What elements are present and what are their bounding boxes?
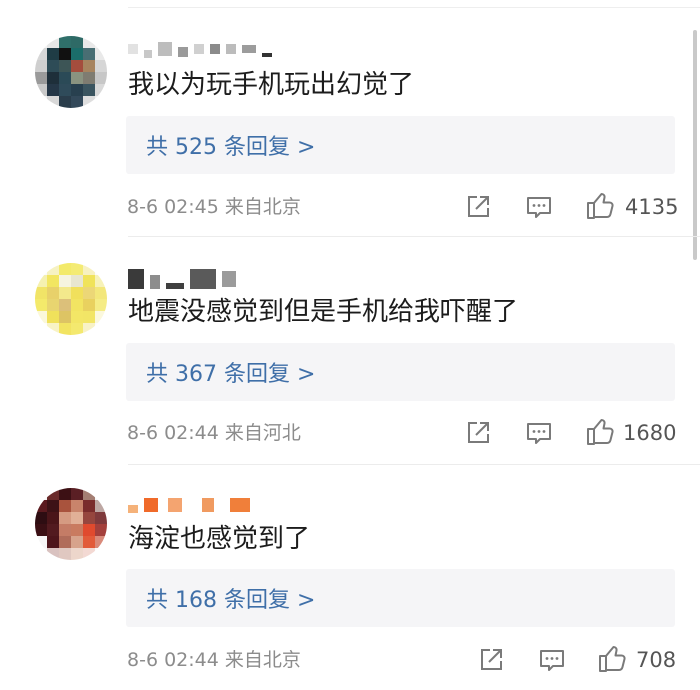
like-icon[interactable] (585, 191, 615, 221)
reply-summary-label: 共 367 条回复 > (146, 362, 316, 387)
comment-icon[interactable] (525, 193, 553, 221)
comment-text: 海淀也感觉到了 (128, 524, 311, 554)
comment-text: 地震没感觉到但是手机给我吓醒了 (128, 297, 519, 327)
avatar[interactable] (35, 263, 107, 335)
username-pixelated[interactable] (128, 493, 250, 517)
divider (128, 7, 700, 8)
comment-meta: 8-6 02:45 来自北京 (127, 196, 301, 218)
share-icon[interactable] (477, 646, 505, 674)
divider (128, 236, 700, 237)
comment-meta: 8-6 02:44 来自北京 (127, 649, 301, 671)
comment-text: 我以为玩手机玩出幻觉了 (128, 70, 415, 100)
comment-meta: 8-6 02:44 来自河北 (127, 422, 301, 444)
like-icon[interactable] (597, 644, 627, 674)
reply-summary-button[interactable]: 共 525 条回复 > (126, 116, 675, 174)
like-count: 708 (636, 648, 677, 672)
reply-summary-button[interactable]: 共 168 条回复 > (126, 569, 675, 627)
avatar[interactable] (35, 488, 107, 560)
like-count: 4135 (625, 195, 679, 219)
comment-icon[interactable] (525, 419, 553, 447)
comment-icon[interactable] (538, 646, 566, 674)
scrollbar[interactable] (693, 30, 697, 260)
avatar[interactable] (35, 36, 107, 108)
share-icon[interactable] (464, 193, 492, 221)
reply-summary-label: 共 168 条回复 > (146, 588, 316, 613)
reply-summary-label: 共 525 条回复 > (146, 135, 316, 160)
username-pixelated[interactable] (128, 37, 272, 61)
like-icon[interactable] (585, 417, 615, 447)
like-count: 1680 (623, 421, 677, 445)
divider (128, 464, 700, 465)
username-pixelated[interactable] (128, 267, 236, 291)
reply-summary-button[interactable]: 共 367 条回复 > (126, 343, 675, 401)
share-icon[interactable] (464, 419, 492, 447)
